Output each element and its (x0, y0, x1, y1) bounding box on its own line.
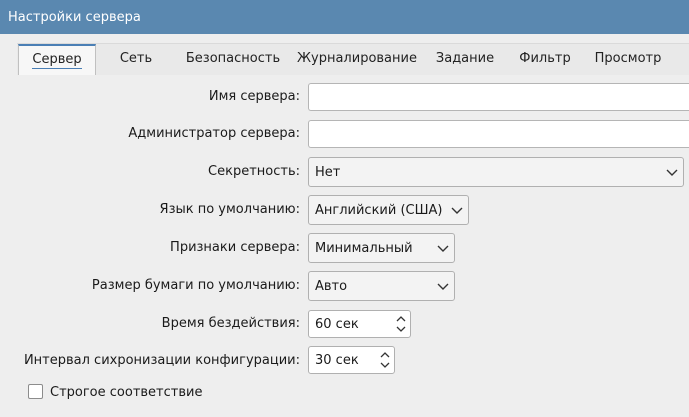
tab-view[interactable]: Просмотр (583, 44, 673, 74)
idle-timeout-value: 60 сек (315, 317, 359, 332)
strict-conformance-label[interactable]: Строгое соответствие (50, 385, 202, 400)
server-tokens-label: Признаки сервера: (170, 240, 300, 255)
default-paper-size-label: Размер бумаги по умолчанию: (91, 278, 300, 293)
idle-timeout-spinbox[interactable]: 60 сек (308, 310, 411, 338)
classification-combo[interactable]: Нет (308, 157, 684, 187)
classification-value: Нет (315, 165, 341, 180)
server-admin-input[interactable] (308, 120, 689, 148)
tab-network[interactable]: Сеть (97, 44, 175, 74)
config-sync-interval-value: 30 сек (315, 353, 359, 368)
tab-filter[interactable]: Фильтр (509, 44, 581, 74)
tab-bar: Сервер Сеть Безопасность Журналирование … (17, 43, 689, 76)
tab-server[interactable]: Сервер (18, 44, 96, 76)
config-sync-interval-label: Интервал сихронизации конфигурации: (23, 353, 300, 368)
default-language-label: Язык по умолчанию: (159, 202, 300, 217)
server-tokens-combo[interactable]: Минимальный (308, 233, 455, 263)
server-tokens-value: Минимальный (315, 241, 413, 256)
idle-timeout-label: Время бездействия: (161, 316, 300, 331)
config-sync-interval-spinbox[interactable]: 30 сек (308, 346, 395, 374)
default-language-combo[interactable]: Английский (США) (308, 195, 469, 225)
window-title: Настройки сервера (8, 10, 141, 25)
tab-server-label: Сервер (32, 52, 82, 69)
server-name-input[interactable] (308, 83, 689, 111)
chevron-down-icon (437, 245, 449, 252)
spin-arrows-icon[interactable] (379, 349, 391, 371)
default-paper-size-combo[interactable]: Авто (308, 271, 455, 301)
tab-security[interactable]: Безопасность (177, 44, 289, 74)
tab-job[interactable]: Задание (425, 44, 505, 74)
default-language-value: Английский (США) (315, 203, 443, 218)
server-admin-label: Администратор сервера: (128, 126, 300, 141)
chevron-down-icon (451, 207, 463, 214)
window-titlebar[interactable]: Настройки сервера (0, 0, 689, 34)
strict-conformance-checkbox[interactable] (28, 384, 43, 399)
spin-arrows-icon[interactable] (395, 313, 407, 335)
tab-logging[interactable]: Журналирование (293, 44, 421, 74)
classification-label: Секретность: (208, 164, 300, 179)
server-name-label: Имя сервера: (208, 89, 300, 104)
default-paper-size-value: Авто (315, 279, 348, 294)
chevron-down-icon (666, 169, 678, 176)
chevron-down-icon (437, 283, 449, 290)
